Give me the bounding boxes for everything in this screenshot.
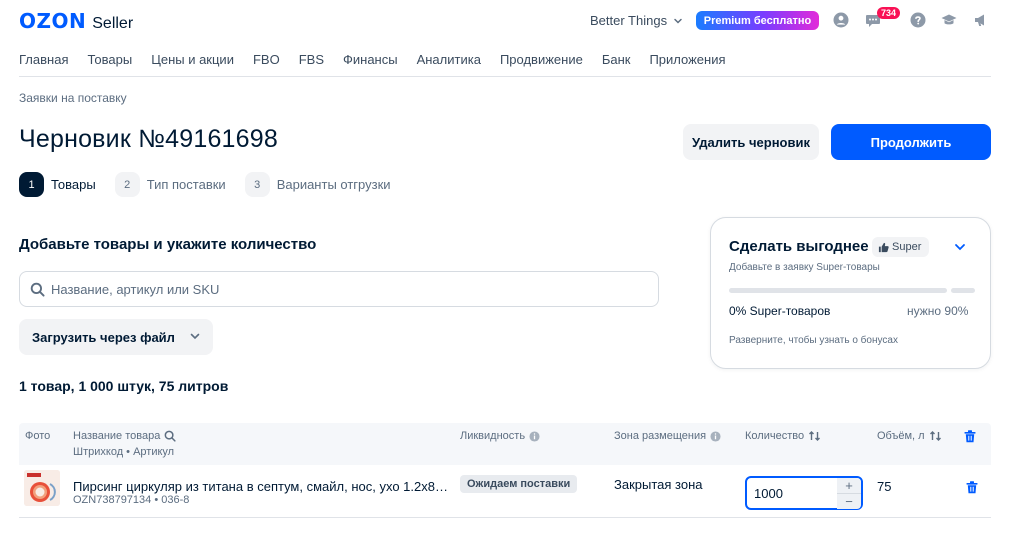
nav-item-prices[interactable]: Цены и акции (151, 52, 234, 67)
product-volume: 75 (877, 479, 892, 494)
step-number: 2 (114, 172, 140, 197)
sort-icon[interactable] (929, 430, 942, 442)
step-number: 3 (244, 172, 270, 197)
step-shipping-options[interactable]: 3 Варианты отгрузки (244, 172, 391, 197)
delete-all-icon[interactable] (964, 430, 976, 443)
search-icon[interactable] (164, 430, 176, 442)
thumbs-up-icon (878, 242, 889, 252)
col-zone-label: Зона размещения (614, 430, 707, 442)
product-search[interactable] (19, 271, 659, 307)
quantity-stepper-buttons: + − (837, 478, 861, 509)
help-icon[interactable] (910, 12, 926, 28)
super-required: нужно 90% (907, 304, 969, 318)
nav-item-finance[interactable]: Финансы (343, 52, 398, 67)
product-name[interactable]: Пирсинг циркуляр из титана в септум, сма… (73, 479, 448, 494)
step-number: 1 (19, 172, 44, 197)
delete-row-icon[interactable] (966, 481, 978, 494)
nav-divider (19, 76, 991, 77)
upload-label: Загрузить через файл (32, 329, 175, 345)
delete-draft-button[interactable]: Удалить черновик (683, 124, 819, 160)
nav-item-fbo[interactable]: FBO (253, 52, 280, 67)
logo-brand: OZON (19, 9, 87, 33)
super-progress-bar (729, 288, 947, 293)
col-liquidity-label: Ликвидность (460, 430, 526, 442)
education-icon[interactable] (941, 12, 957, 28)
nav-item-apps[interactable]: Приложения (649, 52, 725, 67)
chevron-down-icon[interactable] (953, 240, 967, 254)
promo-hint: Разверните, чтобы узнать о бонусах (729, 335, 898, 346)
chevron-down-icon (674, 18, 682, 24)
nav-item-promotion[interactable]: Продвижение (500, 52, 583, 67)
upload-file-button[interactable]: Загрузить через файл (19, 319, 213, 355)
add-products-title: Добавьте товары и укажите количество (19, 236, 317, 253)
product-thumbnail-icon (24, 470, 60, 506)
nav-item-products[interactable]: Товары (87, 52, 132, 67)
col-name-sublabel: Штрихкод • Артикул (73, 446, 175, 458)
col-quantity-label: Количество (745, 430, 805, 442)
search-input[interactable] (51, 281, 631, 297)
step-label: Товары (51, 177, 96, 192)
col-name: Название товара (73, 430, 176, 442)
promo-title: Сделать выгоднее (729, 238, 869, 255)
step-supply-type[interactable]: 2 Тип поставки (114, 172, 226, 197)
breadcrumb[interactable]: Заявки на поставку (19, 91, 127, 105)
decrement-button[interactable]: − (837, 494, 861, 509)
promo-subtitle: Добавьте в заявку Super-товары (729, 262, 880, 273)
step-label: Тип поставки (146, 177, 226, 192)
col-volume-label: Объём, л (877, 430, 925, 442)
info-icon[interactable] (529, 430, 540, 442)
store-selector[interactable]: Better Things (590, 13, 683, 28)
product-image[interactable] (24, 470, 60, 506)
step-products[interactable]: 1 Товары (19, 172, 96, 197)
search-icon (30, 282, 45, 297)
super-tag-label: Super (892, 241, 922, 253)
supply-summary: 1 товар, 1 000 штук, 75 литров (19, 378, 229, 394)
profile-icon[interactable] (833, 12, 849, 28)
quantity-input[interactable] (747, 485, 835, 501)
super-tag: Super (872, 237, 930, 257)
chevron-down-icon (190, 333, 200, 340)
nav-item-analytics[interactable]: Аналитика (417, 52, 481, 67)
col-name-label: Название товара (73, 430, 161, 442)
sort-icon[interactable] (808, 430, 821, 442)
super-progress-target (951, 288, 975, 293)
col-volume[interactable]: Объём, л (877, 430, 942, 442)
announcement-icon[interactable] (973, 12, 989, 28)
premium-button[interactable]: Premium бесплатно (696, 11, 819, 30)
quantity-stepper[interactable]: + − (745, 476, 863, 510)
col-liquidity: Ликвидность (460, 430, 540, 442)
liquidity-badge: Ожидаем поставки (460, 475, 578, 493)
nav-item-fbs[interactable]: FBS (299, 52, 324, 67)
step-label: Варианты отгрузки (276, 177, 391, 192)
placement-zone: Закрытая зона (614, 477, 703, 492)
logo-product: Seller (92, 15, 134, 32)
row-divider (19, 517, 991, 518)
nav-item-home[interactable]: Главная (19, 52, 68, 67)
notifications-badge: 734 (877, 7, 901, 19)
col-quantity[interactable]: Количество (745, 430, 821, 442)
page-title: Черновик №49161698 (19, 125, 278, 153)
super-percent: 0% Super-товаров (729, 304, 831, 318)
nav-item-bank[interactable]: Банк (602, 52, 631, 67)
main-nav: Главная Товары Цены и акции FBO FBS Фина… (19, 52, 745, 67)
continue-button[interactable]: Продолжить (831, 124, 991, 160)
increment-button[interactable]: + (837, 478, 861, 494)
info-icon[interactable] (710, 430, 721, 442)
col-photo-label: Фото (25, 430, 51, 442)
product-barcode-article: OZN738797134 • 036-8 (73, 494, 190, 506)
ozon-seller-logo[interactable]: OZON Seller (19, 9, 133, 33)
col-zone: Зона размещения (614, 430, 721, 442)
stepper: 1 Товары 2 Тип поставки 3 Варианты отгру… (19, 172, 410, 197)
col-photo: Фото (25, 430, 50, 442)
store-name: Better Things (590, 13, 668, 28)
